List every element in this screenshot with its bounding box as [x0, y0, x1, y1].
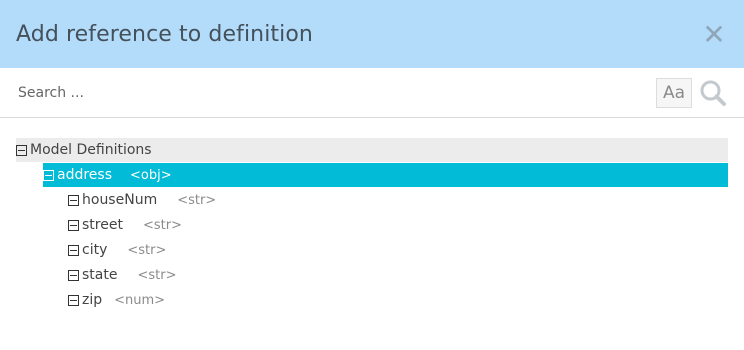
tree-node-type: <str> [142, 217, 182, 233]
tree-node-label: houseNum [82, 192, 158, 208]
add-reference-dialog: Add reference to definition ✕ Aa Model D… [0, 0, 744, 350]
dialog-title: Add reference to definition [16, 21, 313, 47]
tree-node-field[interactable]: city <str> [16, 238, 728, 262]
search-input[interactable] [16, 83, 580, 102]
search-tools: Aa [656, 77, 728, 108]
tree-node-label: Model Definitions [30, 142, 152, 158]
tree-node-label: address [57, 167, 113, 183]
collapse-icon[interactable] [16, 144, 27, 156]
tree-node-label: street [82, 217, 123, 233]
tree-node-field[interactable]: state <str> [16, 263, 728, 287]
tree-node-field[interactable]: houseNum <str> [16, 188, 728, 212]
search-bar: Aa [0, 68, 744, 118]
tree-node-label: state [82, 267, 118, 283]
search-icon [700, 80, 726, 106]
collapse-icon[interactable] [68, 194, 79, 206]
case-sensitive-icon[interactable]: Aa [656, 77, 692, 108]
tree-node-type: <str> [127, 242, 167, 258]
tree-node-field[interactable]: street <str> [16, 213, 728, 237]
tree-node-type: <str> [137, 267, 177, 283]
tree-node-address[interactable]: address <obj> [43, 163, 728, 187]
object-wrap: address <obj> [16, 163, 728, 187]
collapse-icon[interactable] [68, 219, 79, 231]
tree-node-model-definitions[interactable]: Model Definitions [16, 138, 728, 162]
close-icon[interactable]: ✕ [694, 14, 734, 54]
tree-node-label: zip [82, 292, 103, 308]
definition-tree: Model Definitions address <obj> houseNum… [0, 118, 744, 312]
dialog-header: Add reference to definition ✕ [0, 0, 744, 68]
collapse-icon[interactable] [68, 294, 79, 306]
collapse-icon[interactable] [68, 269, 79, 281]
tree-node-type: <num> [114, 292, 166, 308]
tree-node-type: <obj> [130, 167, 172, 183]
tree-node-label: city [82, 242, 108, 258]
collapse-icon[interactable] [68, 244, 79, 256]
collapse-icon[interactable] [43, 169, 54, 181]
search-button[interactable] [698, 78, 728, 108]
tree-node-field[interactable]: zip <num> [16, 288, 728, 312]
tree-node-type: <str> [177, 192, 217, 208]
